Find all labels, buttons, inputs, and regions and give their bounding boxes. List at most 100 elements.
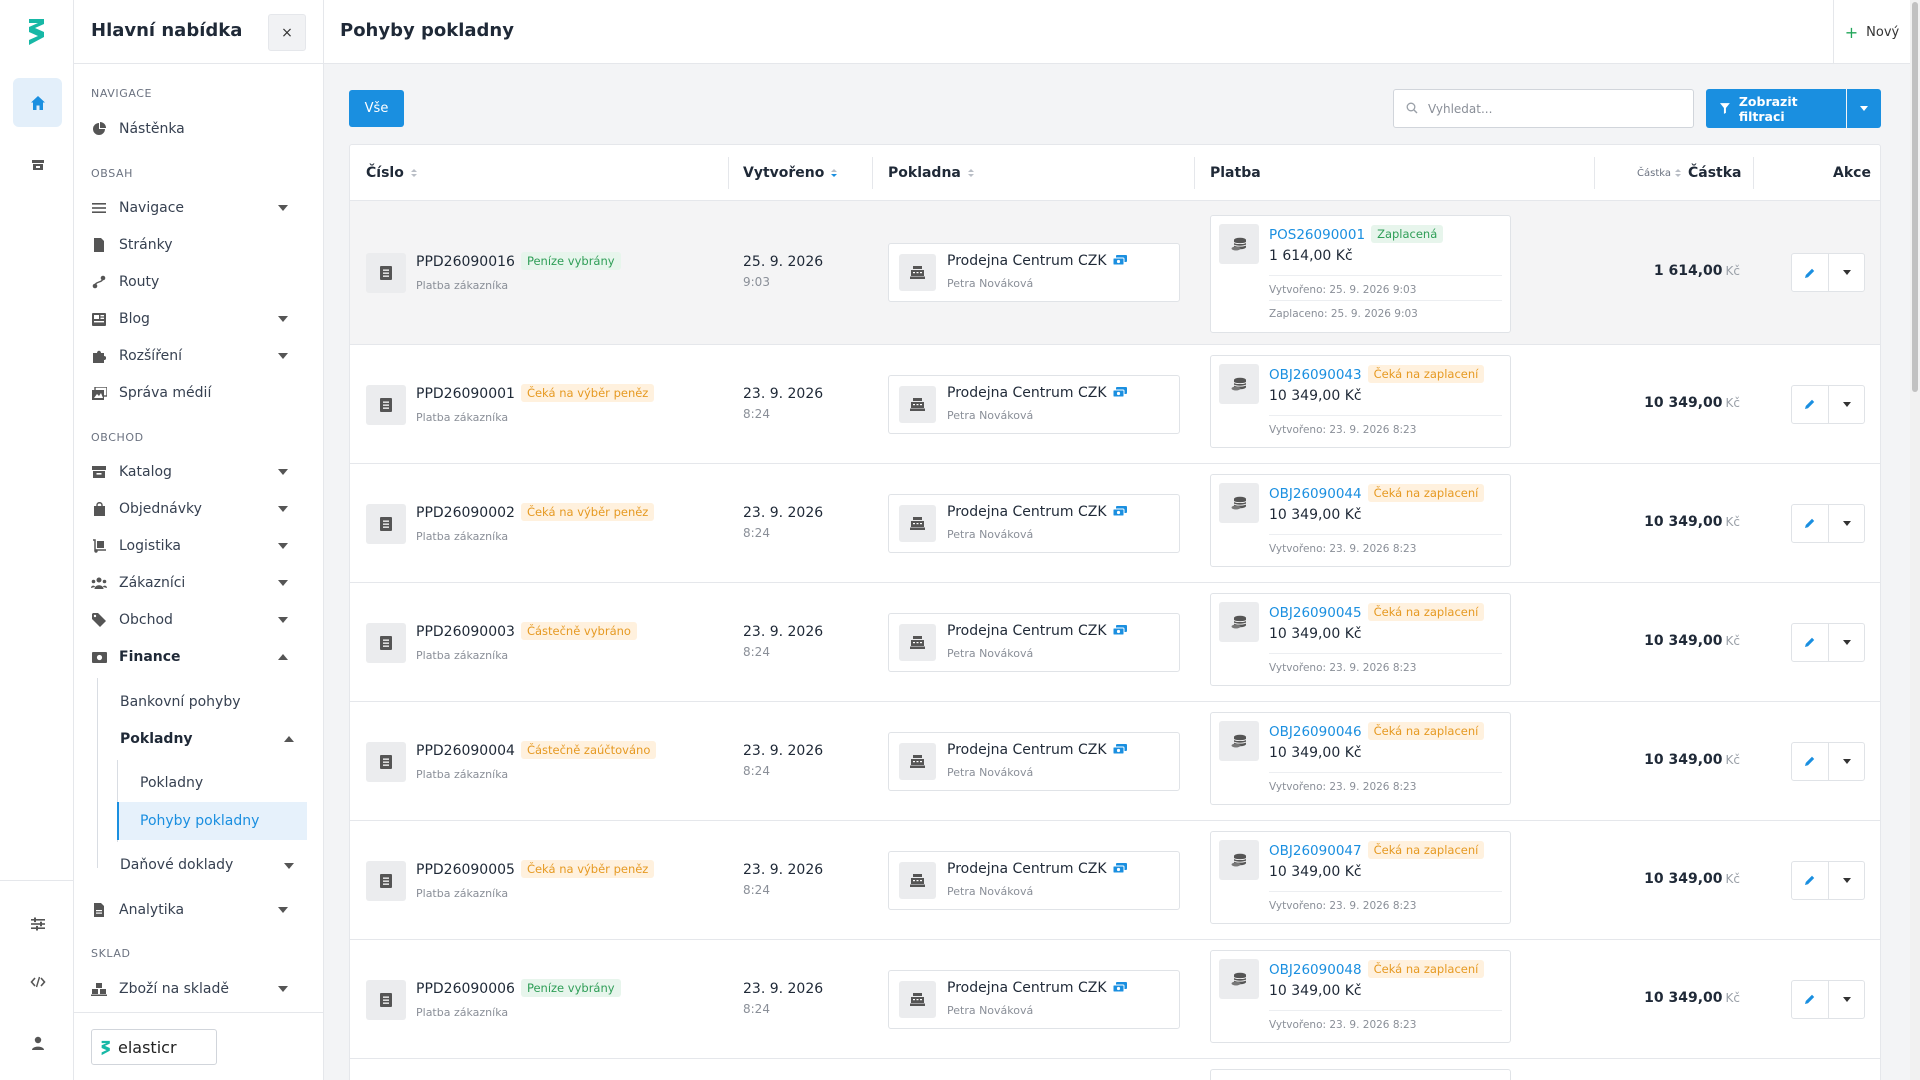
payment-link[interactable]: OBJ26090045 (1269, 605, 1362, 621)
register-card[interactable]: Prodejna Centrum CZK Petra Nováková (888, 969, 1180, 1029)
show-filter-label: Zobrazit filtraci (1738, 93, 1798, 124)
sidebar-item-logistika[interactable]: Logistika (91, 531, 306, 561)
sidebar-item-pohyby-pokladny[interactable]: Pohyby pokladny (117, 802, 307, 840)
edit-button[interactable] (1792, 254, 1829, 291)
chevron-up-icon (278, 654, 288, 660)
sliders-icon[interactable] (13, 899, 62, 948)
edit-button[interactable] (1792, 980, 1829, 1018)
table-row[interactable] (350, 1059, 1880, 1080)
table-row[interactable]: PPD26090006 Peníze vybrány Platba zákazní… (350, 940, 1880, 1059)
sidebar-item-obchod[interactable]: Obchod (91, 605, 306, 635)
movement-number[interactable]: PPD26090002 (416, 505, 515, 521)
register-card[interactable]: Prodejna Centrum CZK Petra Nováková (888, 850, 1180, 910)
movement-number[interactable]: PPD26090004 (416, 743, 515, 759)
column-header-vytvoreno[interactable]: Vytvořeno (743, 145, 838, 201)
column-header-cislo[interactable]: Číslo (366, 145, 417, 201)
sidebar-item-label: Pohyby pokladny (140, 813, 260, 829)
cash-register-icon (899, 623, 936, 661)
table-row[interactable]: PPD26090001 Čeká na výběr peněz Platba zá… (350, 345, 1880, 464)
section-label-sklad: SKLAD (91, 947, 131, 960)
sidebar-item-danove-doklady[interactable]: Daňové doklady (120, 846, 306, 884)
show-filter-button[interactable]: Zobrazit filtraci (1706, 89, 1846, 128)
edit-button[interactable] (1792, 504, 1829, 542)
filter-dropdown-button[interactable] (1847, 89, 1881, 128)
table-row[interactable]: PPD26090005 Čeká na výběr peněz Platba zá… (350, 821, 1880, 940)
payment-amount: 10 349,00 Kč (1269, 745, 1362, 761)
column-header-castka[interactable]: Částka Částka (1637, 145, 1742, 201)
sidebar-item-rozsireni[interactable]: Rozšíření (91, 341, 306, 371)
sidebar-item-analytika[interactable]: Analytika (91, 895, 306, 925)
movement-number-cell: PPD26090006 Peníze vybrány (416, 978, 621, 997)
sidebar-item-stranky[interactable]: Stránky (91, 230, 306, 260)
table-row[interactable]: PPD26090003 Částečně vybráno Platba zákaz… (350, 583, 1880, 702)
store-icon[interactable] (13, 140, 62, 189)
edit-button[interactable] (1792, 742, 1829, 780)
close-sidebar-button[interactable]: × (268, 14, 306, 51)
sidebar-item-blog[interactable]: Blog (91, 304, 306, 334)
register-card[interactable]: Prodejna Centrum CZK Petra Nováková (888, 374, 1180, 434)
register-card[interactable]: Prodejna Centrum CZK Petra Nováková (888, 493, 1180, 553)
sidebar-item-katalog[interactable]: Katalog (91, 457, 306, 487)
movement-number[interactable]: PPD26090003 (416, 624, 515, 640)
movement-number[interactable]: PPD26090006 (416, 981, 515, 997)
sidebar-item-navigace[interactable]: Navigace (91, 193, 306, 223)
sidebar-item-sprava-medii[interactable]: Správa médií (91, 378, 306, 408)
row-actions-dropdown[interactable] (1829, 743, 1865, 780)
page-scrollbar[interactable] (1910, 0, 1920, 1080)
register-card[interactable]: Prodejna Centrum CZK Petra Nováková (888, 243, 1180, 302)
register-name-row: Prodejna Centrum CZK (947, 385, 1127, 401)
brand-logo[interactable]: elasticr (91, 1029, 217, 1065)
edit-button[interactable] (1792, 385, 1829, 423)
column-header-label: Částka (1687, 165, 1742, 181)
all-filter-button[interactable]: Vše (349, 90, 404, 127)
users-icon (91, 577, 107, 589)
user-icon[interactable] (13, 1018, 62, 1067)
sidebar-item-pokladny[interactable]: Pokladny (120, 720, 306, 758)
search-input[interactable] (1428, 99, 1678, 119)
payment-link[interactable]: OBJ26090047 (1269, 843, 1362, 859)
sidebar-item-routy[interactable]: Routy (91, 267, 306, 297)
movement-type: Platba zákazníka (416, 648, 509, 662)
row-actions-dropdown[interactable] (1829, 862, 1865, 899)
column-divider (1594, 157, 1595, 189)
table-header: Číslo Vytvořeno Pokladna Platba Částka Č… (350, 145, 1880, 201)
sidebar-item-pokladny-sub[interactable]: Pokladny (117, 764, 307, 802)
row-actions-dropdown[interactable] (1829, 254, 1865, 291)
payment-link[interactable]: POS26090001 (1269, 227, 1365, 243)
sidebar-item-bankovni-pohyby[interactable]: Bankovní pohyby (120, 683, 300, 721)
scrollbar-thumb[interactable] (1912, 2, 1918, 392)
sidebar-item-objednavky[interactable]: Objednávky (91, 494, 306, 524)
payment-link[interactable]: OBJ26090044 (1269, 486, 1362, 502)
row-actions-dropdown[interactable] (1829, 981, 1865, 1018)
register-card[interactable]: Prodejna Centrum CZK Petra Nováková (888, 612, 1180, 672)
movement-number[interactable]: PPD26090001 (416, 386, 515, 402)
payment-link[interactable]: OBJ26090048 (1269, 962, 1362, 978)
register-card[interactable]: Prodejna Centrum CZK Petra Nováková (888, 731, 1180, 791)
table-row[interactable]: PPD26090004 Částečně zaúčtováno Platba zá… (350, 702, 1880, 821)
row-actions-dropdown[interactable] (1829, 386, 1865, 423)
report-icon (91, 903, 107, 917)
row-actions-dropdown[interactable] (1829, 624, 1865, 661)
column-header-pokladna[interactable]: Pokladna (888, 145, 974, 201)
payment-created: Vytvořeno: 23. 9. 2026 8:23 (1269, 1019, 1417, 1031)
row-actions-dropdown[interactable] (1829, 505, 1865, 542)
sort-icon (410, 169, 417, 177)
sidebar-item-zbozi-na-sklade[interactable]: Zboží na skladě (91, 974, 306, 1004)
payment-link[interactable]: OBJ26090043 (1269, 367, 1362, 383)
sidebar-item-nastenka[interactable]: Nástěnka (91, 114, 306, 144)
code-icon[interactable] (13, 957, 62, 1006)
movement-number[interactable]: PPD26090005 (416, 862, 515, 878)
movement-number[interactable]: PPD26090016 (416, 254, 515, 270)
sidebar-item-zakaznici[interactable]: Zákazníci (91, 568, 306, 598)
section-label-navigace: NAVIGACE (91, 87, 153, 100)
app-logo[interactable] (0, 0, 74, 64)
new-button[interactable]: + Nový (1833, 0, 1910, 64)
home-icon[interactable] (13, 78, 62, 127)
edit-button[interactable] (1792, 623, 1829, 661)
edit-button[interactable] (1792, 861, 1829, 899)
sidebar-item-label: Zboží na skladě (119, 981, 230, 997)
table-row[interactable]: PPD26090002 Čeká na výběr peněz Platba zá… (350, 464, 1880, 583)
table-row[interactable]: PPD26090016 Peníze vybrány Platba zákazní… (350, 201, 1880, 345)
sidebar-item-finance[interactable]: Finance (91, 642, 306, 672)
payment-link[interactable]: OBJ26090046 (1269, 724, 1362, 740)
